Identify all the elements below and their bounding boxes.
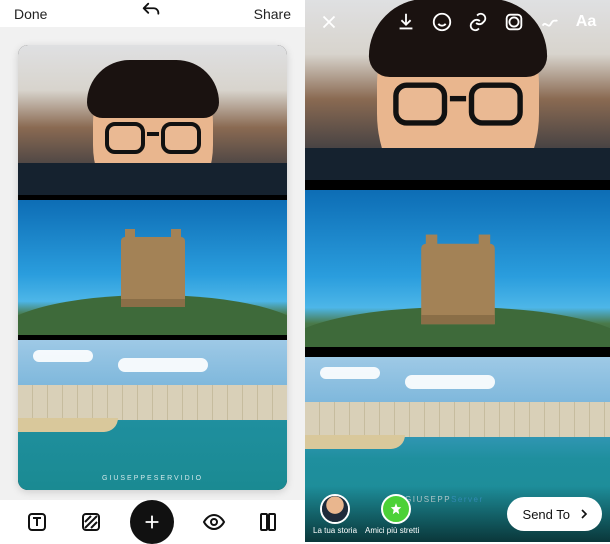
editor-toolbar <box>0 500 305 544</box>
layout-button[interactable] <box>253 507 283 537</box>
texture-tool-button[interactable] <box>76 507 106 537</box>
story-compose-panel: Aa GIUSEPPServer La tua storia Amici più… <box>305 0 610 542</box>
canvas-area: GIUSEPPESERVIDIO <box>0 27 305 500</box>
send-to-button[interactable]: Send To <box>507 497 602 531</box>
done-button[interactable]: Done <box>14 6 47 22</box>
layout-icon <box>256 510 280 534</box>
link-icon <box>467 11 489 33</box>
text-button[interactable]: Aa <box>572 8 600 36</box>
close-button[interactable] <box>315 8 343 36</box>
close-friends-button[interactable]: Amici più stretti <box>365 494 419 535</box>
close-icon <box>318 11 340 33</box>
draw-button[interactable] <box>536 8 564 36</box>
editor-header: Done Share <box>0 0 305 27</box>
preview-button[interactable] <box>199 507 229 537</box>
story-content[interactable] <box>305 0 610 542</box>
app-container: Done Share <box>0 0 610 542</box>
story-header: Aa <box>305 0 610 44</box>
draw-icon <box>539 11 561 33</box>
effects-icon <box>503 11 525 33</box>
photo-watermark: GIUSEPPESERVIDIO <box>102 475 203 482</box>
collage-editor-panel: Done Share <box>0 0 305 542</box>
collage-photo-2[interactable] <box>18 200 287 335</box>
download-icon <box>395 11 417 33</box>
collage-photo-1[interactable] <box>18 45 287 195</box>
texture-tool-icon <box>79 510 103 534</box>
download-button[interactable] <box>392 8 420 36</box>
preview-icon <box>202 510 226 534</box>
share-button[interactable]: Share <box>254 6 291 22</box>
undo-button[interactable] <box>140 0 162 27</box>
add-icon <box>141 511 163 533</box>
your-story-button[interactable]: La tua storia <box>313 494 357 535</box>
sticker-smile-icon <box>431 11 453 33</box>
story-photo-2 <box>305 190 610 348</box>
add-button[interactable] <box>130 500 174 544</box>
avatar <box>320 494 350 524</box>
sticker-button[interactable] <box>428 8 456 36</box>
send-to-label: Send To <box>523 507 570 522</box>
collage-photo-3[interactable]: GIUSEPPESERVIDIO <box>18 340 287 490</box>
close-friends-badge <box>381 494 411 524</box>
collage-card[interactable]: GIUSEPPESERVIDIO <box>18 45 287 490</box>
chevron-right-icon <box>576 506 592 522</box>
undo-icon <box>140 0 162 22</box>
text-tool-icon <box>25 510 49 534</box>
effects-button[interactable] <box>500 8 528 36</box>
text-tool-button[interactable] <box>22 507 52 537</box>
link-button[interactable] <box>464 8 492 36</box>
star-icon <box>389 502 403 516</box>
story-footer: La tua storia Amici più stretti Send To <box>305 486 610 542</box>
